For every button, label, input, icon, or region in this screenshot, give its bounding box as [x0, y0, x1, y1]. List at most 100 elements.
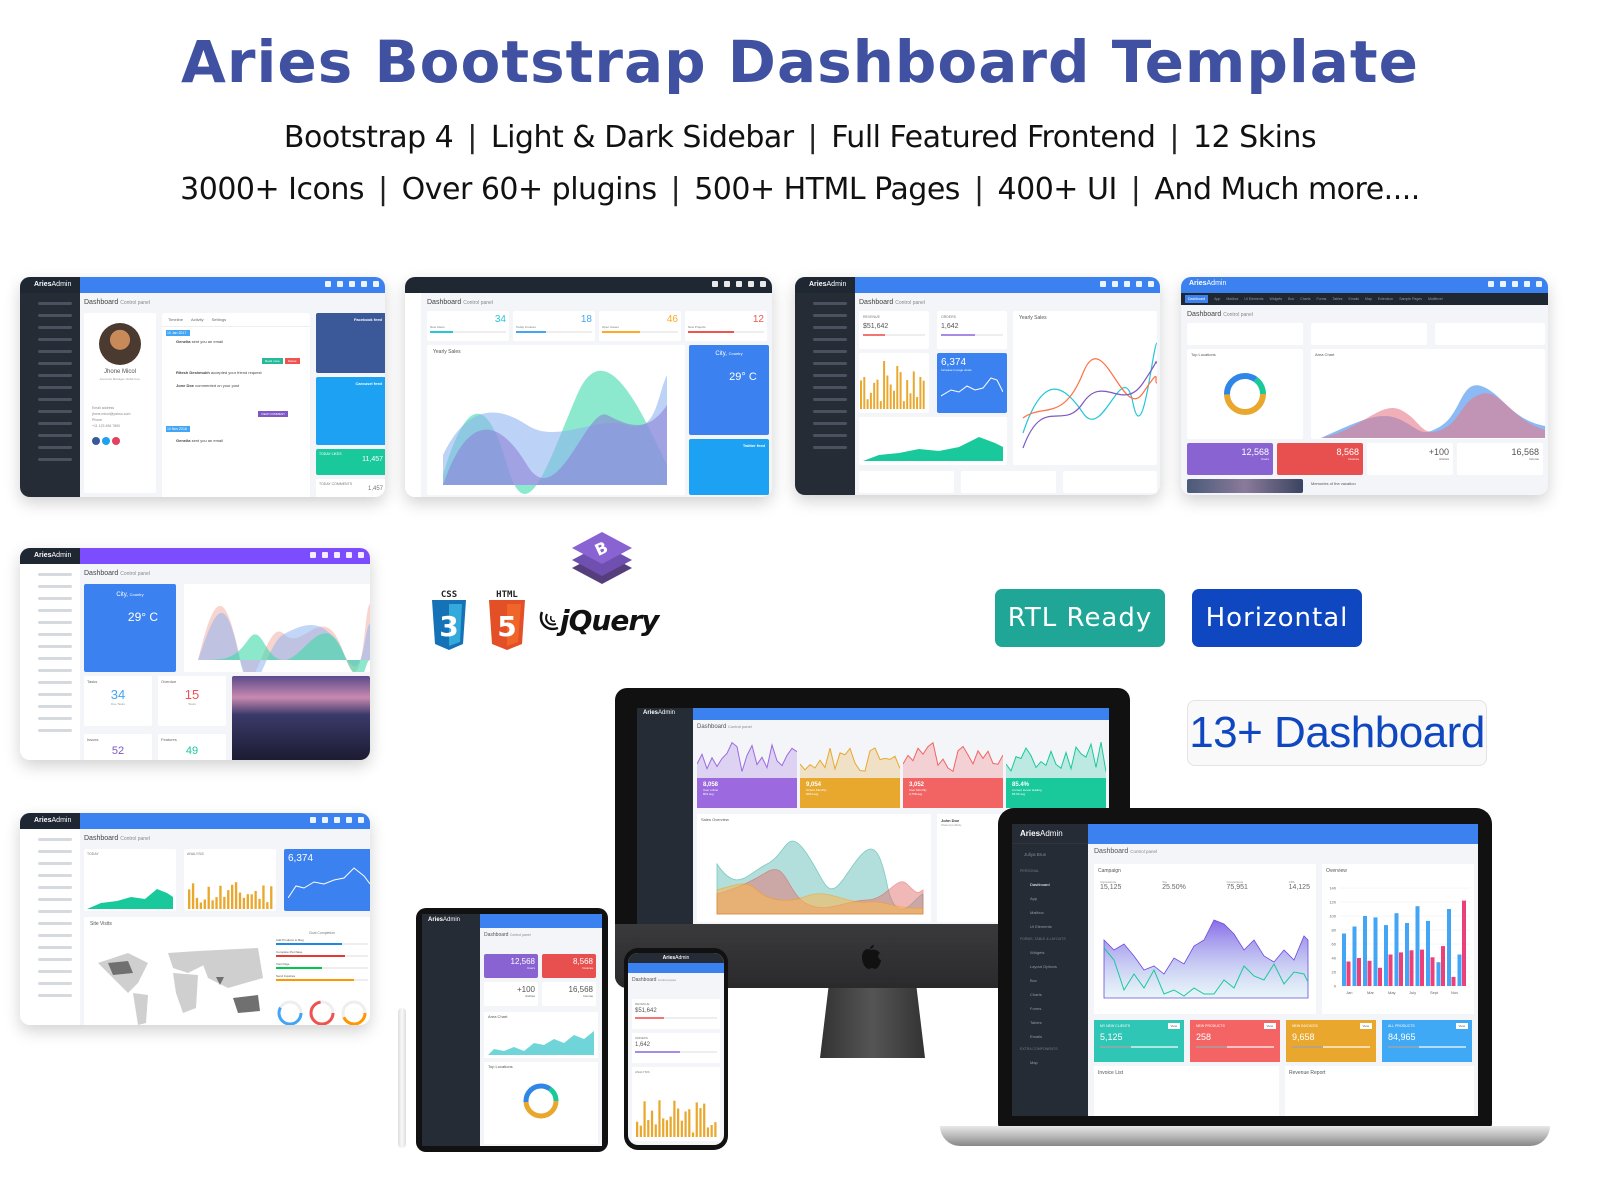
sidebar-item[interactable]: UI Elements [1020, 919, 1088, 933]
bar [714, 1122, 717, 1137]
view-button[interactable]: View [1455, 1023, 1468, 1029]
nav-item[interactable]: UI Elements [1244, 297, 1263, 301]
thumbnail-site-visits-dashboard[interactable]: AriesAdmin Dashboard Control panel TODAY… [20, 813, 370, 1025]
bar [246, 894, 249, 909]
site-visits-card: Site Visits Goal Completion Add Products… [84, 917, 370, 1025]
yearly-sales-line-card: Yearly Sales [1013, 311, 1157, 465]
laptop-sidebar: AriesAdmin Juliya Brus PERSONAL Dashboard… [1012, 824, 1088, 1116]
bar-blue [1457, 954, 1462, 986]
thumbnail-horizontal-dashboard[interactable]: AriesAdmin Dashboard App Mailbox UI Element… [1181, 277, 1548, 495]
orders-card: ORDERS 1,642 [937, 311, 1007, 349]
sidebar-item[interactable]: Mailbox [1020, 905, 1088, 919]
bar [199, 902, 203, 909]
bar [254, 890, 257, 909]
campaign-metric: Impressions 15,125 [1100, 880, 1122, 891]
summary-card: NEW INVOICES View 9,658 [1286, 1020, 1376, 1062]
feature-skins: 12 Skins [1192, 120, 1317, 155]
yearly-sales-card: Yearly Sales [427, 345, 685, 495]
overview-card: Overview 140 120 100 80 60 40 20 0 Jan Mar May July… [1322, 864, 1474, 1014]
nav-item[interactable]: Dashboard [1185, 295, 1209, 303]
nav-item[interactable]: Map [1365, 297, 1372, 301]
bar [188, 889, 191, 909]
bar-pink [1367, 960, 1372, 986]
bar-blue [1363, 916, 1367, 986]
goal-row: Visit Page [276, 962, 368, 969]
bar-pink [1451, 976, 1456, 986]
sidebar-item[interactable]: Box [1020, 973, 1088, 987]
feature-bootstrap: Bootstrap 4 [283, 120, 454, 155]
bar [695, 1102, 698, 1137]
page-views-card: 6,374 [284, 849, 370, 911]
instagram-icon [112, 437, 120, 445]
bar [234, 882, 238, 909]
bar [680, 1120, 683, 1137]
svg-text:5: 5 [497, 610, 516, 643]
view-button[interactable]: View [1167, 1023, 1180, 1029]
bar [869, 392, 872, 409]
features-row-2: 3000+ Icons | Over 60+ plugins | 500+ HTML P… [180, 172, 1420, 207]
sidebar-item[interactable]: Map [1020, 1055, 1088, 1069]
nav-item[interactable]: Emails [1349, 297, 1360, 301]
stat-card: 3,052 User Monthly 3,758 avg [903, 778, 1003, 808]
bar [258, 898, 261, 909]
stat-card: +100 Articles [1367, 443, 1453, 475]
thumbnail-purple-dashboard[interactable]: AriesAdmin Dashboard Control panel City,… [20, 548, 370, 760]
mini-sidebar [405, 293, 421, 497]
bar [250, 894, 253, 909]
top-locations-card: Top Locations [484, 1062, 598, 1144]
page-views-card: 6,374 Increase in page views [937, 353, 1007, 413]
bar [650, 1110, 654, 1137]
bar [266, 902, 269, 909]
top-locations-card: Top Locations [1187, 349, 1303, 439]
view-button[interactable]: View [1359, 1023, 1372, 1029]
sidebar-item[interactable]: Tables [1020, 1015, 1088, 1029]
nav-item[interactable]: Widgets [1269, 297, 1282, 301]
bar [207, 886, 210, 909]
stylus [398, 1008, 406, 1148]
facebook-feed-card: Facebook feed [316, 313, 385, 373]
nav-item[interactable]: Mailbox [1226, 297, 1238, 301]
bar-pink [1430, 957, 1435, 986]
bar [654, 1124, 657, 1137]
macbook-base [940, 1126, 1550, 1146]
sidebar-item[interactable]: App [1020, 891, 1088, 905]
bar [219, 885, 222, 909]
sidebar-item[interactable]: Dashboard [1020, 877, 1088, 891]
x-tick: May [1388, 990, 1396, 995]
orders-card: ORDERS 1,642 [632, 1033, 720, 1063]
timeline-tabs[interactable]: Timeline Activity Settings [162, 313, 310, 327]
view-button[interactable]: View [1263, 1023, 1276, 1029]
sidebar-item[interactable]: Charts [1020, 987, 1088, 1001]
feature-ui: 400+ UI [997, 172, 1118, 207]
thumbnail-analytics-dashboard[interactable]: AriesAdmin Dashboard Control panel REVEN… [795, 277, 1160, 495]
sidebar-item[interactable]: Widgets [1020, 945, 1088, 959]
nav-item[interactable]: App [1214, 297, 1220, 301]
stat-card: 9,054 Orders Monthly 6054 avg [800, 778, 900, 808]
area-chart-card: Area Chart [1311, 349, 1545, 439]
sidebar-item[interactable]: Forms [1020, 1001, 1088, 1015]
bar [863, 376, 866, 409]
sidebar-item[interactable]: Layout Options [1020, 959, 1088, 973]
thumbnail-profile-dashboard[interactable]: AriesAdmin Dashboard Control panel Jhone… [20, 277, 385, 497]
nav-item[interactable]: Extension [1378, 297, 1393, 301]
feature-sidebar: Light & Dark Sidebar [490, 120, 794, 155]
nav-item[interactable]: Charts [1300, 297, 1310, 301]
nav-item[interactable]: Tables [1332, 297, 1342, 301]
issues-card: Issues 52 [84, 734, 152, 760]
horizontal-nav[interactable]: Dashboard App Mailbox UI Elements Widgets Box… [1181, 293, 1548, 305]
bar [883, 361, 886, 409]
bar-pink [1346, 961, 1351, 986]
nav-item[interactable]: Multilevel [1428, 297, 1443, 301]
nav-item[interactable]: Sample Pages [1399, 297, 1422, 301]
nav-item[interactable]: Forms [1316, 297, 1326, 301]
sidebar-item[interactable]: Emails [1020, 1029, 1088, 1043]
revenue-card: REVENUE $51,642 [632, 999, 720, 1029]
bar [710, 1125, 713, 1137]
thumbnail-minisidebar-dashboard[interactable]: Dashboard Control panel 34 New Users 18 Tod… [405, 277, 772, 497]
twitter-feed-card: Twitter feed [689, 439, 769, 495]
y-tick: 100 [1329, 914, 1336, 919]
stat-card: 12,568 Users [484, 954, 538, 978]
sidebar [20, 293, 80, 497]
nav-item[interactable]: Box [1288, 297, 1294, 301]
profile-card: Jhone Micol Accounts Manager Jindal Cop.… [84, 313, 156, 493]
